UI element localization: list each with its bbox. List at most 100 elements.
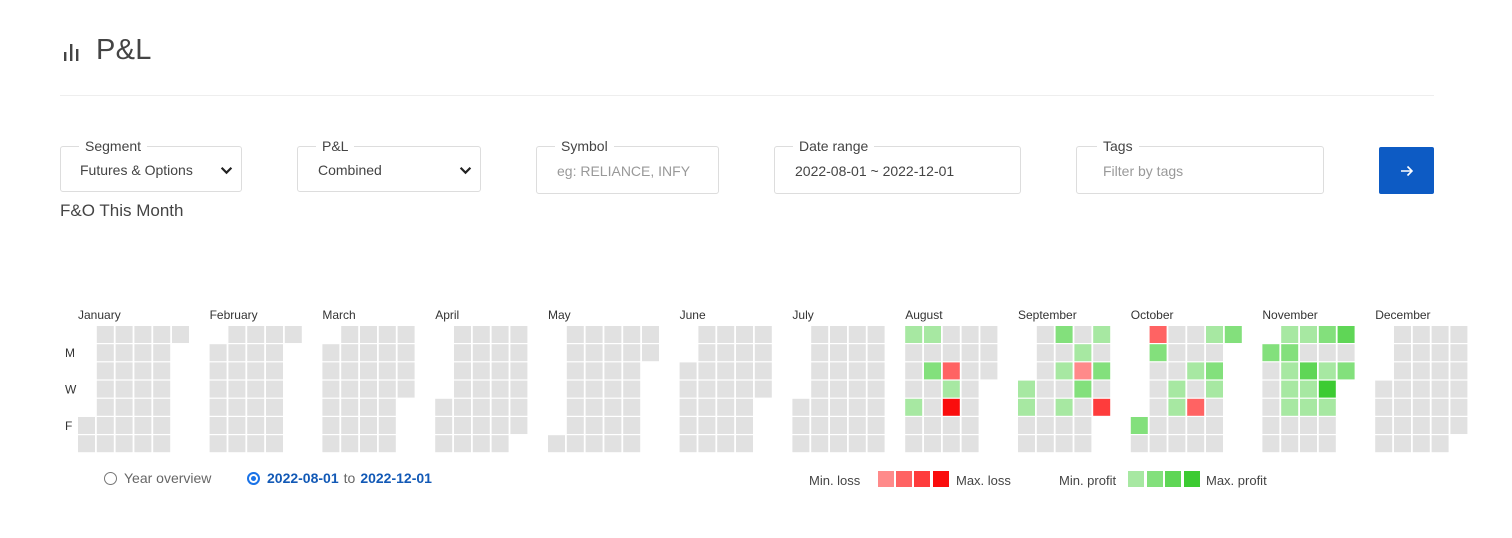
date-range-input[interactable]: Date range 2022-08-01 ~ 2022-12-01 (774, 138, 1021, 194)
day-cell[interactable] (134, 344, 152, 362)
day-cell[interactable] (472, 398, 490, 416)
day-cell[interactable] (585, 380, 603, 398)
day-cell[interactable] (1431, 326, 1449, 343)
day-cell[interactable] (378, 417, 396, 434)
day-cell[interactable] (867, 380, 885, 398)
day-cell[interactable] (96, 362, 114, 380)
day-cell[interactable] (1412, 344, 1430, 362)
day-cell[interactable] (717, 435, 735, 453)
day-cell[interactable] (623, 398, 641, 416)
day-cell[interactable] (454, 326, 471, 343)
day-cell[interactable] (736, 417, 753, 434)
day-cell[interactable] (266, 362, 283, 380)
day-cell[interactable] (604, 398, 622, 416)
day-cell[interactable] (435, 435, 453, 453)
day-cell[interactable] (510, 417, 528, 434)
day-cell[interactable] (341, 398, 359, 416)
day-cell[interactable] (1055, 344, 1073, 362)
day-cell[interactable] (679, 417, 697, 434)
day-cell[interactable] (284, 326, 302, 343)
day-cell[interactable] (585, 362, 603, 380)
day-cell[interactable] (491, 380, 509, 398)
day-cell[interactable] (924, 362, 941, 380)
day-cell[interactable] (811, 326, 829, 343)
day-cell[interactable] (1149, 417, 1167, 434)
day-cell[interactable] (1318, 362, 1336, 380)
day-cell[interactable] (811, 417, 829, 434)
day-cell[interactable] (736, 398, 753, 416)
day-cell[interactable] (1055, 435, 1073, 453)
day-cell[interactable] (360, 417, 377, 434)
day-cell[interactable] (1281, 417, 1299, 434)
day-cell[interactable] (830, 417, 847, 434)
day-cell[interactable] (322, 380, 340, 398)
day-cell[interactable] (717, 398, 735, 416)
day-cell[interactable] (736, 362, 753, 380)
day-cell[interactable] (980, 326, 998, 343)
day-cell[interactable] (1074, 435, 1092, 453)
day-cell[interactable] (1055, 380, 1073, 398)
day-cell[interactable] (134, 398, 152, 416)
day-cell[interactable] (830, 344, 847, 362)
day-cell[interactable] (924, 417, 941, 434)
day-cell[interactable] (1187, 362, 1205, 380)
day-cell[interactable] (322, 398, 340, 416)
day-cell[interactable] (924, 326, 941, 343)
day-cell[interactable] (848, 380, 866, 398)
day-cell[interactable] (134, 380, 152, 398)
day-cell[interactable] (172, 326, 189, 343)
day-cell[interactable] (1300, 344, 1317, 362)
day-cell[interactable] (266, 417, 283, 434)
day-cell[interactable] (867, 344, 885, 362)
day-cell[interactable] (472, 344, 490, 362)
day-cell[interactable] (566, 326, 584, 343)
day-cell[interactable] (924, 435, 941, 453)
day-cell[interactable] (830, 435, 847, 453)
day-cell[interactable] (754, 380, 772, 398)
day-cell[interactable] (1262, 362, 1280, 380)
day-cell[interactable] (209, 344, 227, 362)
year-overview-radio[interactable] (104, 471, 117, 485)
day-cell[interactable] (266, 435, 283, 453)
day-cell[interactable] (1300, 380, 1317, 398)
day-cell[interactable] (792, 435, 810, 453)
day-cell[interactable] (1281, 380, 1299, 398)
day-cell[interactable] (322, 417, 340, 434)
day-cell[interactable] (360, 435, 377, 453)
day-cell[interactable] (247, 417, 265, 434)
day-cell[interactable] (510, 380, 528, 398)
day-cell[interactable] (115, 380, 133, 398)
day-cell[interactable] (266, 326, 283, 343)
day-cell[interactable] (1262, 417, 1280, 434)
day-cell[interactable] (1300, 417, 1317, 434)
day-cell[interactable] (378, 435, 396, 453)
day-cell[interactable] (623, 417, 641, 434)
day-cell[interactable] (1300, 362, 1317, 380)
day-cell[interactable] (153, 380, 171, 398)
day-cell[interactable] (867, 362, 885, 380)
day-cell[interactable] (472, 435, 490, 453)
day-cell[interactable] (1206, 362, 1223, 380)
day-cell[interactable] (397, 326, 415, 343)
day-cell[interactable] (134, 326, 152, 343)
day-cell[interactable] (679, 435, 697, 453)
day-cell[interactable] (1036, 398, 1054, 416)
day-cell[interactable] (96, 417, 114, 434)
day-cell[interactable] (942, 417, 960, 434)
day-cell[interactable] (1093, 398, 1111, 416)
day-cell[interactable] (1412, 417, 1430, 434)
day-cell[interactable] (1394, 326, 1411, 343)
day-cell[interactable] (1450, 380, 1468, 398)
day-cell[interactable] (1375, 380, 1393, 398)
day-cell[interactable] (209, 398, 227, 416)
day-cell[interactable] (604, 326, 622, 343)
day-cell[interactable] (96, 326, 114, 343)
day-cell[interactable] (153, 344, 171, 362)
day-cell[interactable] (1375, 435, 1393, 453)
day-cell[interactable] (1394, 435, 1411, 453)
pnl-select[interactable]: P&L Combined (297, 138, 481, 192)
day-cell[interactable] (1394, 398, 1411, 416)
day-cell[interactable] (153, 398, 171, 416)
day-cell[interactable] (1375, 398, 1393, 416)
day-cell[interactable] (848, 435, 866, 453)
